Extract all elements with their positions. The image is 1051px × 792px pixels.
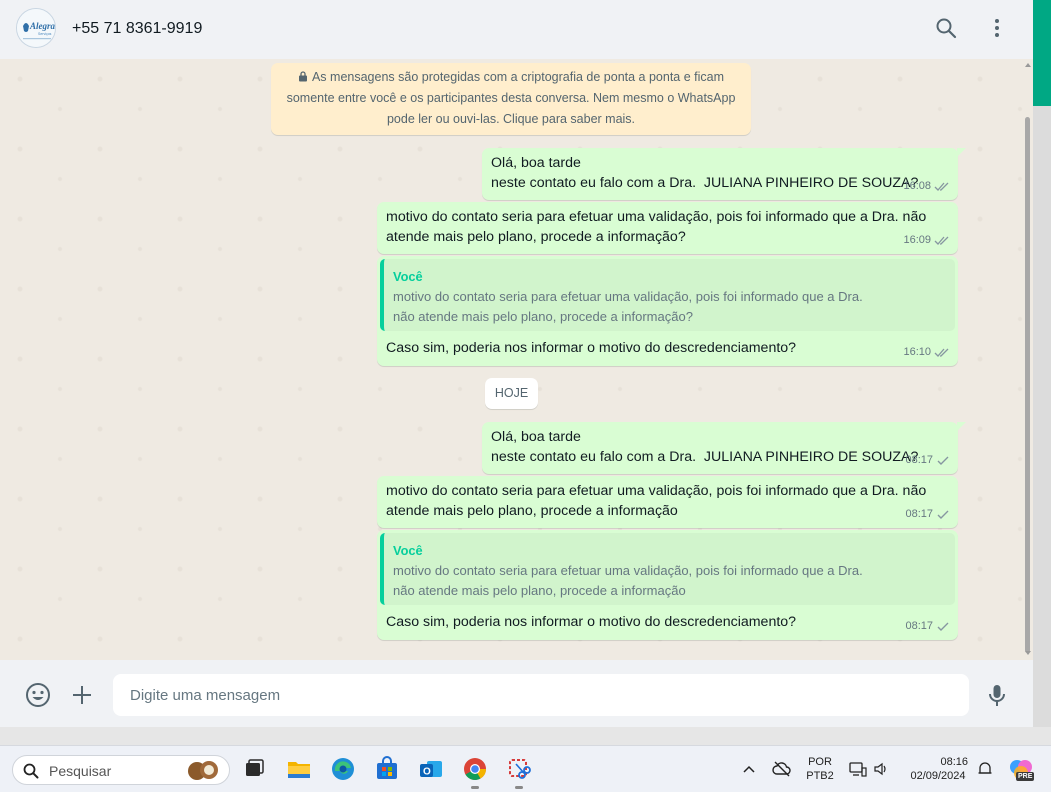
chrome-active-indicator <box>471 786 479 789</box>
copilot-preview-badge: PRE <box>1016 772 1035 781</box>
message-time: 08:17 <box>905 619 933 632</box>
contact-name[interactable]: +55 71 8361-9919 <box>72 20 202 38</box>
clock-time: 08:16 <box>940 756 968 768</box>
whatsapp-window: Alegrar Serviços +55 71 8361-9919 As men… <box>0 0 1033 727</box>
avatar-brand-text: Alegrar <box>29 21 56 31</box>
single-check-icon <box>937 622 949 631</box>
encryption-line-1: As mensagens são protegidas com a cripto… <box>311 70 725 84</box>
conversation-panel: As mensagens são protegidas com a cripto… <box>0 59 1033 660</box>
message-text: Caso sim, poderia nos informar o motivo … <box>386 614 797 630</box>
composer-bar <box>0 660 1033 727</box>
chat-header: Alegrar Serviços +55 71 8361-9919 <box>0 0 1033 59</box>
quoted-text: motivo do contato seria para efetuar uma… <box>393 563 863 598</box>
encryption-notice[interactable]: As mensagens são protegidas com a cripto… <box>271 63 751 135</box>
snipping-active-indicator <box>515 786 523 789</box>
cloud-sync-off-icon[interactable] <box>772 760 792 778</box>
search-icon[interactable] <box>934 16 958 40</box>
bubble-tail <box>957 148 966 157</box>
emoji-icon[interactable] <box>25 682 51 708</box>
outlook-icon[interactable]: O <box>418 756 444 782</box>
quoted-author: Você <box>393 543 423 558</box>
message-time: 16:09 <box>903 233 931 246</box>
windows-taskbar: Pesquisar O POR PTB2 08:16 02/09/2024 PR… <box>0 745 1051 792</box>
keyboard-layout: PTB2 <box>806 770 834 782</box>
message-bubble-reply[interactable]: Você motivo do contato seria para efetua… <box>377 530 958 640</box>
message-text: motivo do contato seria para efetuar uma… <box>386 209 927 245</box>
microphone-icon[interactable] <box>984 682 1010 708</box>
menu-kebab-icon[interactable] <box>985 16 1009 40</box>
quoted-message[interactable]: Você motivo do contato seria para efetua… <box>380 533 955 605</box>
message-bubble-outgoing[interactable]: Olá, boa tarde neste contato eu falo com… <box>482 148 966 200</box>
message-bubble-outgoing[interactable]: motivo do contato seria para efetuar uma… <box>377 476 958 528</box>
microsoft-store-icon[interactable] <box>374 756 400 782</box>
snipping-tool-icon[interactable] <box>506 756 532 782</box>
file-explorer-icon[interactable] <box>286 756 312 782</box>
edge-browser-icon[interactable] <box>330 756 356 782</box>
day-divider: HOJE <box>485 378 538 409</box>
quoted-message[interactable]: Você motivo do contato seria para efetua… <box>380 259 955 331</box>
single-check-icon <box>937 456 949 465</box>
double-check-icon <box>934 236 949 245</box>
input-language-indicator[interactable]: POR PTB2 <box>803 755 837 783</box>
volume-icon[interactable] <box>873 761 889 777</box>
task-view-icon[interactable] <box>241 756 267 782</box>
search-icon <box>23 763 39 779</box>
message-time: 16:08 <box>903 179 931 192</box>
message-text: Olá, boa tarde neste contato eu falo com… <box>491 429 919 465</box>
copilot-icon[interactable]: PRE <box>1008 757 1035 783</box>
tray-chevron-up-icon[interactable] <box>742 763 756 775</box>
encryption-line-3: pode ler ou ouvi-las. Clique para saber … <box>386 112 636 126</box>
window-accent-strip <box>1033 0 1051 106</box>
svg-text:O: O <box>423 767 431 778</box>
message-time: 08:17 <box>905 453 933 466</box>
chat-scrollbar[interactable] <box>1022 59 1033 660</box>
message-text: motivo do contato seria para efetuar uma… <box>386 483 927 519</box>
svg-text:Serviços: Serviços <box>38 32 52 36</box>
scroll-thumb[interactable] <box>1025 117 1030 653</box>
message-text: Caso sim, poderia nos informar o motivo … <box>386 340 797 356</box>
window-side-area <box>1033 106 1051 727</box>
language-code: POR <box>808 756 832 768</box>
message-time: 16:10 <box>903 345 931 358</box>
single-check-icon <box>937 510 949 519</box>
message-text: Olá, boa tarde neste contato eu falo com… <box>491 155 919 191</box>
encryption-line-2: somente entre você e os participantes de… <box>286 91 736 105</box>
taskbar-search[interactable]: Pesquisar <box>12 755 230 785</box>
scroll-up-arrow-icon[interactable] <box>1025 63 1031 67</box>
notification-bell-icon[interactable] <box>976 760 994 778</box>
taskbar-search-label: Pesquisar <box>49 763 112 779</box>
taskbar-clock[interactable]: 08:16 02/09/2024 <box>900 755 976 783</box>
scroll-down-arrow-icon[interactable] <box>1025 651 1031 655</box>
coconut-widget-icon <box>188 761 218 780</box>
quoted-author: Você <box>393 269 423 284</box>
network-icon[interactable] <box>849 760 867 778</box>
lock-icon <box>298 71 307 82</box>
chrome-icon[interactable] <box>462 756 488 782</box>
attach-plus-icon[interactable] <box>69 682 95 708</box>
double-check-icon <box>934 182 949 191</box>
clock-date: 02/09/2024 <box>910 770 966 782</box>
message-bubble-outgoing[interactable]: Olá, boa tarde neste contato eu falo com… <box>482 422 966 474</box>
quoted-text: motivo do contato seria para efetuar uma… <box>393 289 863 324</box>
contact-avatar[interactable]: Alegrar Serviços <box>16 8 56 48</box>
message-bubble-reply[interactable]: Você motivo do contato seria para efetua… <box>377 256 958 366</box>
double-check-icon <box>934 348 949 357</box>
bubble-tail <box>957 422 966 431</box>
message-input[interactable] <box>113 674 969 716</box>
window-bottom-gap <box>0 727 1051 745</box>
message-time: 08:17 <box>905 507 933 520</box>
message-bubble-outgoing[interactable]: motivo do contato seria para efetuar uma… <box>377 202 958 254</box>
